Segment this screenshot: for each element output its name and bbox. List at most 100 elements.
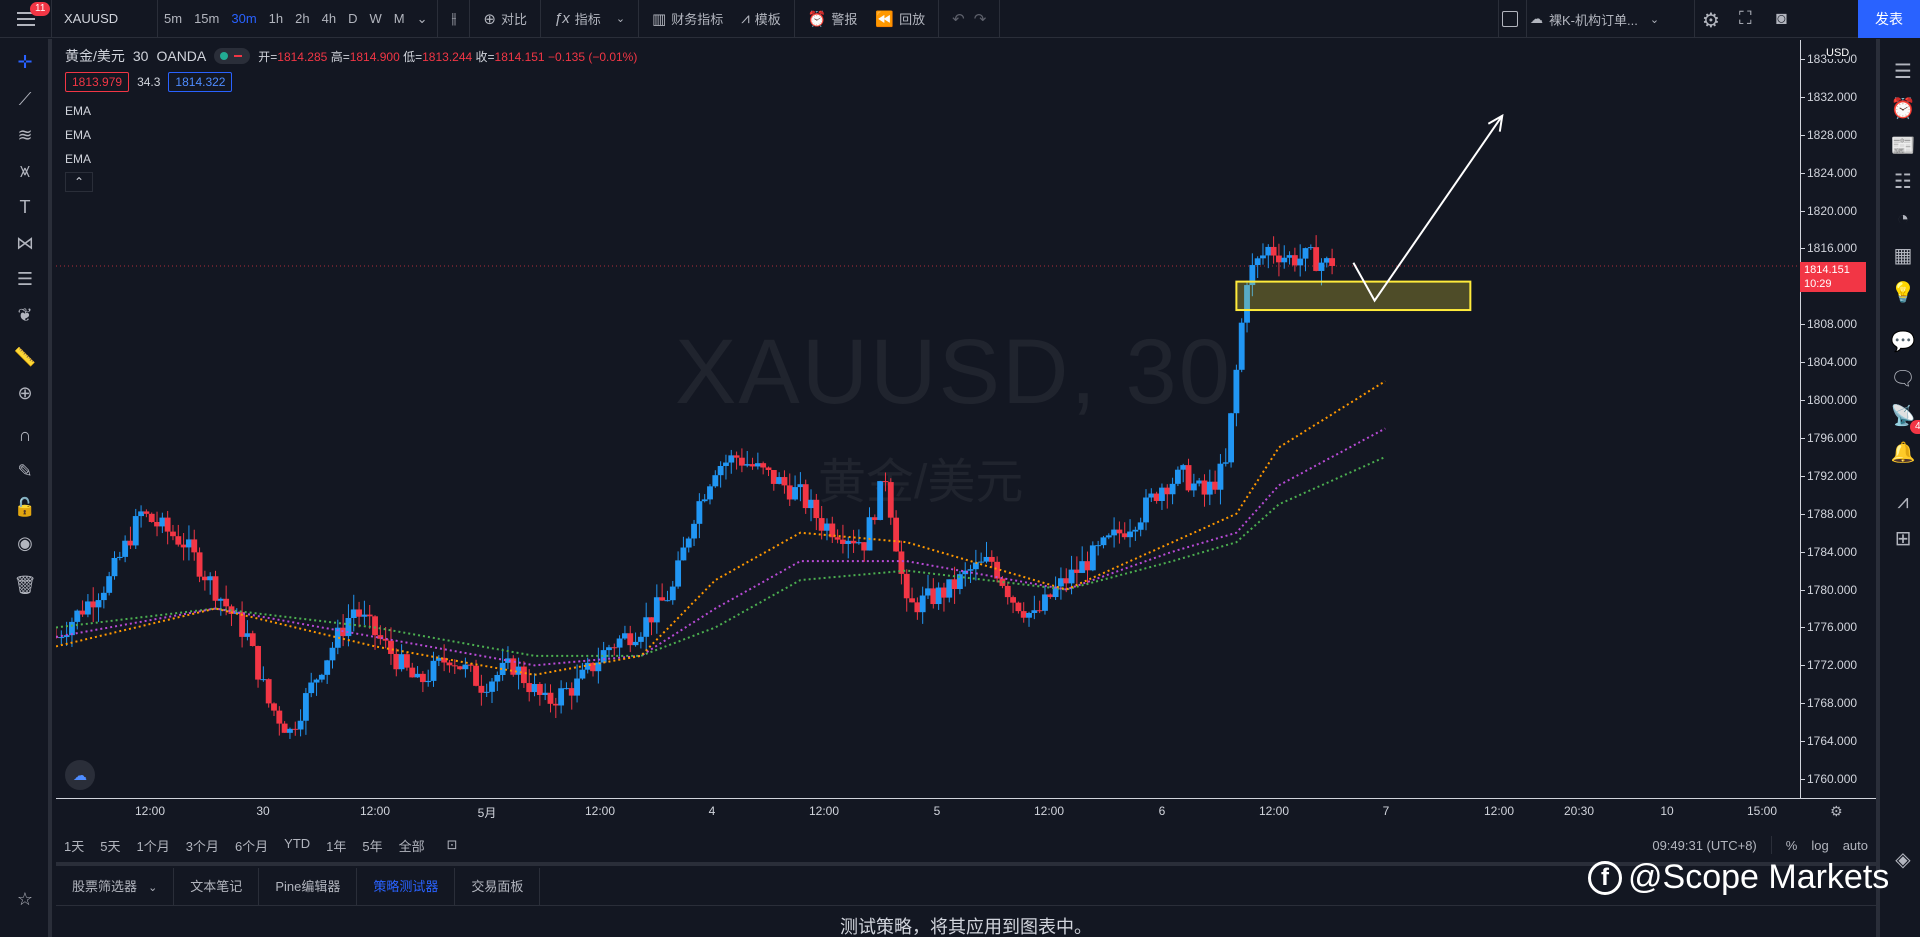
candle-body: [653, 597, 660, 623]
candle-body: [1010, 597, 1016, 603]
news-icon[interactable]: 📰: [1890, 133, 1916, 159]
open-value: 1814.285: [277, 49, 328, 64]
range-button[interactable]: 1年: [318, 836, 354, 855]
bottom-tab[interactable]: 股票筛选器 ⌄: [56, 867, 175, 906]
financials-button[interactable]: ▥ 财务指标: [643, 0, 732, 38]
chevron-down-icon: ⌄: [1649, 13, 1660, 26]
interval-1h[interactable]: 1h: [263, 0, 289, 38]
interval-30m[interactable]: 30m: [225, 0, 262, 38]
templates-button[interactable]: ⩘ 模板: [732, 0, 789, 38]
interval-W[interactable]: W: [363, 0, 387, 38]
range-button[interactable]: 5天: [92, 836, 128, 855]
camera-icon[interactable]: ◙: [1776, 8, 1787, 29]
ruler-icon[interactable]: 📏: [13, 345, 37, 369]
text-tool-icon[interactable]: T: [13, 195, 37, 219]
compare-button[interactable]: ⊕ 对比: [474, 0, 536, 38]
notifications-bell-icon[interactable]: 🔔: [1890, 440, 1916, 466]
trash-icon[interactable]: 🗑: [13, 573, 37, 597]
fullscreen-layout-icon[interactable]: [1502, 11, 1518, 27]
redo-button[interactable]: ↷: [974, 0, 996, 38]
fib-tool-icon[interactable]: ≋: [13, 123, 37, 147]
ema-indicator-label[interactable]: EMA: [65, 152, 91, 166]
layers-icon[interactable]: ◈: [1890, 847, 1916, 873]
pattern-tool-icon[interactable]: ⩙: [13, 159, 37, 183]
hotlist-icon[interactable]: ◔: [1890, 206, 1916, 232]
date-range-icon[interactable]: ⊡: [447, 837, 458, 853]
ideas-bulb-icon[interactable]: 💡: [1890, 280, 1916, 306]
time-axis[interactable]: 12:00 30 12:00 5月 12:00 4 12:00 5 12:00 6 12:00 7 12…: [56, 798, 1876, 824]
replay-button[interactable]: ⏪ 回放: [866, 0, 934, 38]
chat-icon[interactable]: 💬: [1890, 329, 1916, 355]
range-button[interactable]: 1个月: [128, 836, 177, 855]
symbol-search-button[interactable]: XAUUSD: [52, 0, 158, 38]
gear-icon[interactable]: ⚙: [1702, 8, 1720, 33]
bottom-tab[interactable]: 交易面板: [455, 867, 541, 906]
range-button[interactable]: YTD: [276, 836, 318, 855]
sell-price-button[interactable]: 1813.979: [65, 72, 130, 92]
alerts-button[interactable]: ⏰ 警报: [799, 0, 867, 38]
interval-dropdown-chevron-icon[interactable]: ⌄: [411, 0, 434, 38]
interval-D[interactable]: D: [342, 0, 363, 38]
pencil-lock-icon[interactable]: ✎: [13, 459, 37, 483]
prediction-tool-icon[interactable]: ☰: [13, 267, 37, 291]
data-window-icon[interactable]: ☷: [1890, 169, 1916, 195]
zoom-in-icon[interactable]: ⊕: [13, 381, 37, 405]
range-button[interactable]: 5年: [354, 836, 390, 855]
range-button[interactable]: 6个月: [227, 836, 276, 855]
chart-type-button[interactable]: ⫲: [442, 0, 465, 38]
icon-tool-icon[interactable]: ❦: [13, 303, 37, 327]
candle-body: [685, 538, 692, 548]
crosshair-icon[interactable]: ✛: [13, 50, 37, 74]
star-icon[interactable]: ☆: [13, 887, 37, 911]
auto-scale-button[interactable]: auto: [1843, 838, 1868, 853]
trend-line-icon[interactable]: ⟋: [13, 87, 37, 111]
bottom-tab[interactable]: 文本笔记: [174, 867, 260, 906]
alarm-clock-icon[interactable]: ⏰: [1890, 96, 1916, 122]
magnet-icon[interactable]: ∩: [13, 423, 37, 447]
time-label: 5: [933, 804, 941, 818]
trading-icon[interactable]: ⩘: [1890, 489, 1916, 515]
range-button[interactable]: 全部: [391, 836, 433, 855]
interval-4h[interactable]: 4h: [316, 0, 342, 38]
candle-body: [425, 680, 432, 683]
ema-fast-line: [56, 380, 1386, 676]
gear-icon[interactable]: ⚙: [1830, 803, 1843, 820]
object-tree-icon[interactable]: ⊞: [1890, 526, 1916, 552]
ema-indicator-label[interactable]: EMA: [65, 128, 91, 142]
expand-icon[interactable]: ⛶: [1739, 8, 1752, 29]
main-menu-button[interactable]: 11: [0, 0, 52, 38]
clock-readout[interactable]: 09:49:31 (UTC+8): [1652, 838, 1756, 853]
lock-icon[interactable]: 🔓: [13, 495, 37, 519]
range-button[interactable]: 1天: [56, 836, 92, 855]
collapse-legend-button[interactable]: ⌃: [65, 172, 93, 192]
xabcd-pattern-icon[interactable]: ⋈: [13, 231, 37, 255]
range-button[interactable]: 3个月: [178, 836, 227, 855]
interval-2h[interactable]: 2h: [289, 0, 315, 38]
percent-scale-button[interactable]: %: [1786, 838, 1798, 853]
interval-5m[interactable]: 5m: [158, 0, 188, 38]
watchlist-icon[interactable]: ☰: [1890, 59, 1916, 85]
layout-selector[interactable]: ☁ 裸K-机构订单... ⌄: [1530, 0, 1659, 38]
candle-body: [754, 463, 761, 467]
calendar-icon[interactable]: ▦: [1890, 243, 1916, 269]
messages-icon[interactable]: 🗨: [1890, 366, 1916, 392]
log-scale-button[interactable]: log: [1811, 838, 1828, 853]
price-label: 1832.000: [1807, 89, 1858, 104]
eye-icon[interactable]: ◉: [13, 531, 37, 555]
buy-price-button[interactable]: 1814.322: [168, 72, 233, 92]
price-scale[interactable]: 1836.0001832.0001828.0001824.0001820.000…: [1800, 40, 1876, 798]
bottom-tab[interactable]: 策略测试器: [357, 867, 456, 906]
price-chart[interactable]: [56, 40, 1800, 798]
undo-button[interactable]: ↶: [943, 0, 974, 38]
streams-icon[interactable]: 📡: [1890, 403, 1916, 429]
interval-15m[interactable]: 15m: [188, 0, 225, 38]
bottom-tab[interactable]: Pine编辑器: [259, 867, 358, 906]
ema-indicator-label[interactable]: EMA: [65, 104, 91, 118]
publish-button[interactable]: 发表: [1858, 0, 1920, 38]
market-status-toggle[interactable]: [214, 48, 251, 64]
interval-M[interactable]: M: [388, 0, 411, 38]
candle-body: [398, 654, 405, 670]
indicators-button[interactable]: ƒx 指标 ⌄: [545, 0, 634, 38]
tradingview-logo-icon[interactable]: ☁: [65, 760, 95, 790]
candle-body: [691, 523, 697, 539]
